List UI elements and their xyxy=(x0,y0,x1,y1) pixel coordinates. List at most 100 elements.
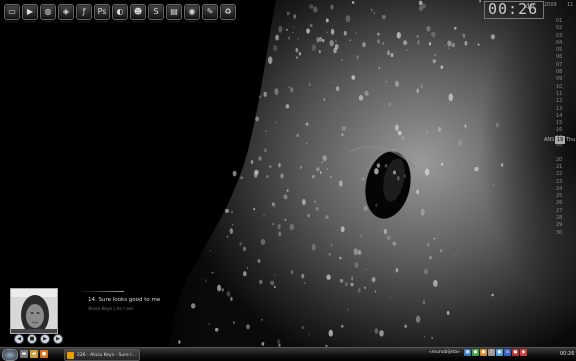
network-icon[interactable]: ▣ xyxy=(464,349,471,356)
water-droplet xyxy=(432,59,436,64)
taskbar-task-winamp[interactable]: 226 - Alicia Keys - Sure l... xyxy=(64,349,140,361)
show-desktop-icon[interactable]: ▬ xyxy=(20,350,28,358)
water-droplet xyxy=(397,130,402,136)
water-droplet xyxy=(433,279,438,287)
water-droplet xyxy=(311,243,316,251)
water-droplet xyxy=(335,40,337,42)
water-droplet xyxy=(356,55,360,60)
water-droplet xyxy=(261,342,265,346)
water-droplet xyxy=(455,255,457,257)
shield-tray-icon[interactable]: ◆ xyxy=(520,349,527,356)
calendar-day[interactable]: 08 xyxy=(556,69,570,76)
skype-icon[interactable]: S xyxy=(148,4,164,23)
water-droplet xyxy=(302,199,306,206)
bluetooth-icon[interactable]: ʙ xyxy=(504,349,511,356)
photoshop-icon[interactable]: Ps xyxy=(94,4,110,23)
water-droplet xyxy=(416,189,420,195)
media-player-icon[interactable]: ▶ xyxy=(22,4,38,23)
calendar-day[interactable] xyxy=(556,149,570,156)
water-droplet xyxy=(377,39,380,44)
calendar-day[interactable]: 24 xyxy=(556,186,570,193)
calendar-day[interactable]: 29 xyxy=(556,222,570,229)
calendar-day[interactable]: 22 xyxy=(556,171,570,178)
calendar-day[interactable]: 12 xyxy=(556,98,570,105)
water-droplet xyxy=(178,340,181,344)
water-droplet xyxy=(426,25,431,32)
water-droplet xyxy=(371,277,376,283)
next-icon[interactable]: ▶ xyxy=(53,334,63,344)
water-droplet xyxy=(384,163,388,168)
water-droplet xyxy=(448,93,454,102)
water-droplet xyxy=(322,155,327,162)
window-icon[interactable]: ▤ xyxy=(166,4,182,23)
calendar-day[interactable]: 13 xyxy=(556,106,570,113)
calendar-day[interactable]: 07 xyxy=(556,62,570,69)
previous-icon[interactable]: ◀ xyxy=(14,334,24,344)
browser-icon[interactable]: ◐ xyxy=(112,4,128,23)
calendar-day[interactable]: 25 xyxy=(556,193,570,200)
water-droplet xyxy=(305,122,309,126)
calendar-day[interactable]: 05 xyxy=(556,47,570,54)
water-droplet xyxy=(417,39,420,45)
water-droplet xyxy=(265,130,267,132)
play-icon[interactable]: ▶ xyxy=(40,334,50,344)
winamp-icon xyxy=(67,351,74,359)
calendar-day[interactable]: 11 xyxy=(556,91,570,98)
water-droplet xyxy=(446,310,450,315)
calendar-today[interactable]: 19 xyxy=(555,136,565,144)
water-droplet xyxy=(426,130,428,134)
calendar-day[interactable]: 21 xyxy=(556,164,570,171)
globe-alt-icon[interactable]: ◉ xyxy=(184,4,200,23)
recycle-bin-icon[interactable]: ♻ xyxy=(220,4,236,23)
calendar-day[interactable]: 09 xyxy=(556,76,570,83)
monitor-icon[interactable]: ▭ xyxy=(4,4,20,23)
water-droplet xyxy=(325,18,329,23)
water-droplet xyxy=(316,37,320,43)
album-art[interactable] xyxy=(10,288,58,334)
calendar-day[interactable]: 14 xyxy=(556,113,570,120)
calendar-day[interactable]: 06 xyxy=(556,54,570,61)
water-droplet xyxy=(226,235,229,239)
calendar-day[interactable]: 23 xyxy=(556,179,570,186)
water-droplet xyxy=(246,324,250,330)
tray-user-label[interactable]: «munobijeta» xyxy=(429,350,460,355)
calendar-day[interactable]: 04 xyxy=(556,40,570,47)
security-icon[interactable]: ● xyxy=(512,349,519,356)
speaker-icon[interactable]: ♪ xyxy=(488,349,495,356)
water-droplet xyxy=(288,86,291,89)
water-droplet xyxy=(309,4,314,9)
firefox-icon[interactable]: ● xyxy=(40,350,48,358)
taskbar-clock[interactable]: 00:26 xyxy=(560,351,574,357)
water-droplet xyxy=(370,8,373,12)
calendar-day[interactable]: 27 xyxy=(556,208,570,215)
water-droplet xyxy=(338,110,340,113)
calendar-day[interactable]: 10 xyxy=(556,84,570,91)
avast-icon[interactable]: ● xyxy=(480,349,487,356)
water-droplet xyxy=(301,273,305,279)
messenger-icon[interactable]: ● xyxy=(472,349,479,356)
globe-icon[interactable]: ◍ xyxy=(40,4,56,23)
start-button[interactable] xyxy=(2,349,18,361)
chat-icon[interactable]: ☻ xyxy=(130,4,146,23)
calendar-day[interactable]: 02 xyxy=(556,25,570,32)
calendar-day[interactable]: 01 xyxy=(556,18,570,25)
calendar-day[interactable]: 30 xyxy=(556,230,570,237)
water-droplet xyxy=(354,262,359,268)
water-droplet xyxy=(318,49,321,54)
stop-icon[interactable]: ■ xyxy=(27,334,37,344)
update-icon[interactable]: ● xyxy=(496,349,503,356)
calendar-day[interactable]: 03 xyxy=(556,33,570,40)
calendar-day[interactable]: 15 xyxy=(556,120,570,127)
calendar-day[interactable]: 20 xyxy=(556,157,570,164)
calendar-day[interactable]: 28 xyxy=(556,215,570,222)
water-droplet xyxy=(341,133,344,136)
folder-icon[interactable]: ▰ xyxy=(30,350,38,358)
calendar-day[interactable]: 16 xyxy=(556,127,570,134)
tools-icon[interactable]: ✎ xyxy=(202,4,218,23)
shield-icon[interactable]: ◈ xyxy=(58,4,74,23)
water-droplet xyxy=(239,241,243,246)
calendar-day[interactable]: 26 xyxy=(556,200,570,207)
water-droplet xyxy=(376,163,381,168)
flash-icon[interactable]: ƒ xyxy=(76,4,92,23)
water-droplet xyxy=(463,164,465,167)
